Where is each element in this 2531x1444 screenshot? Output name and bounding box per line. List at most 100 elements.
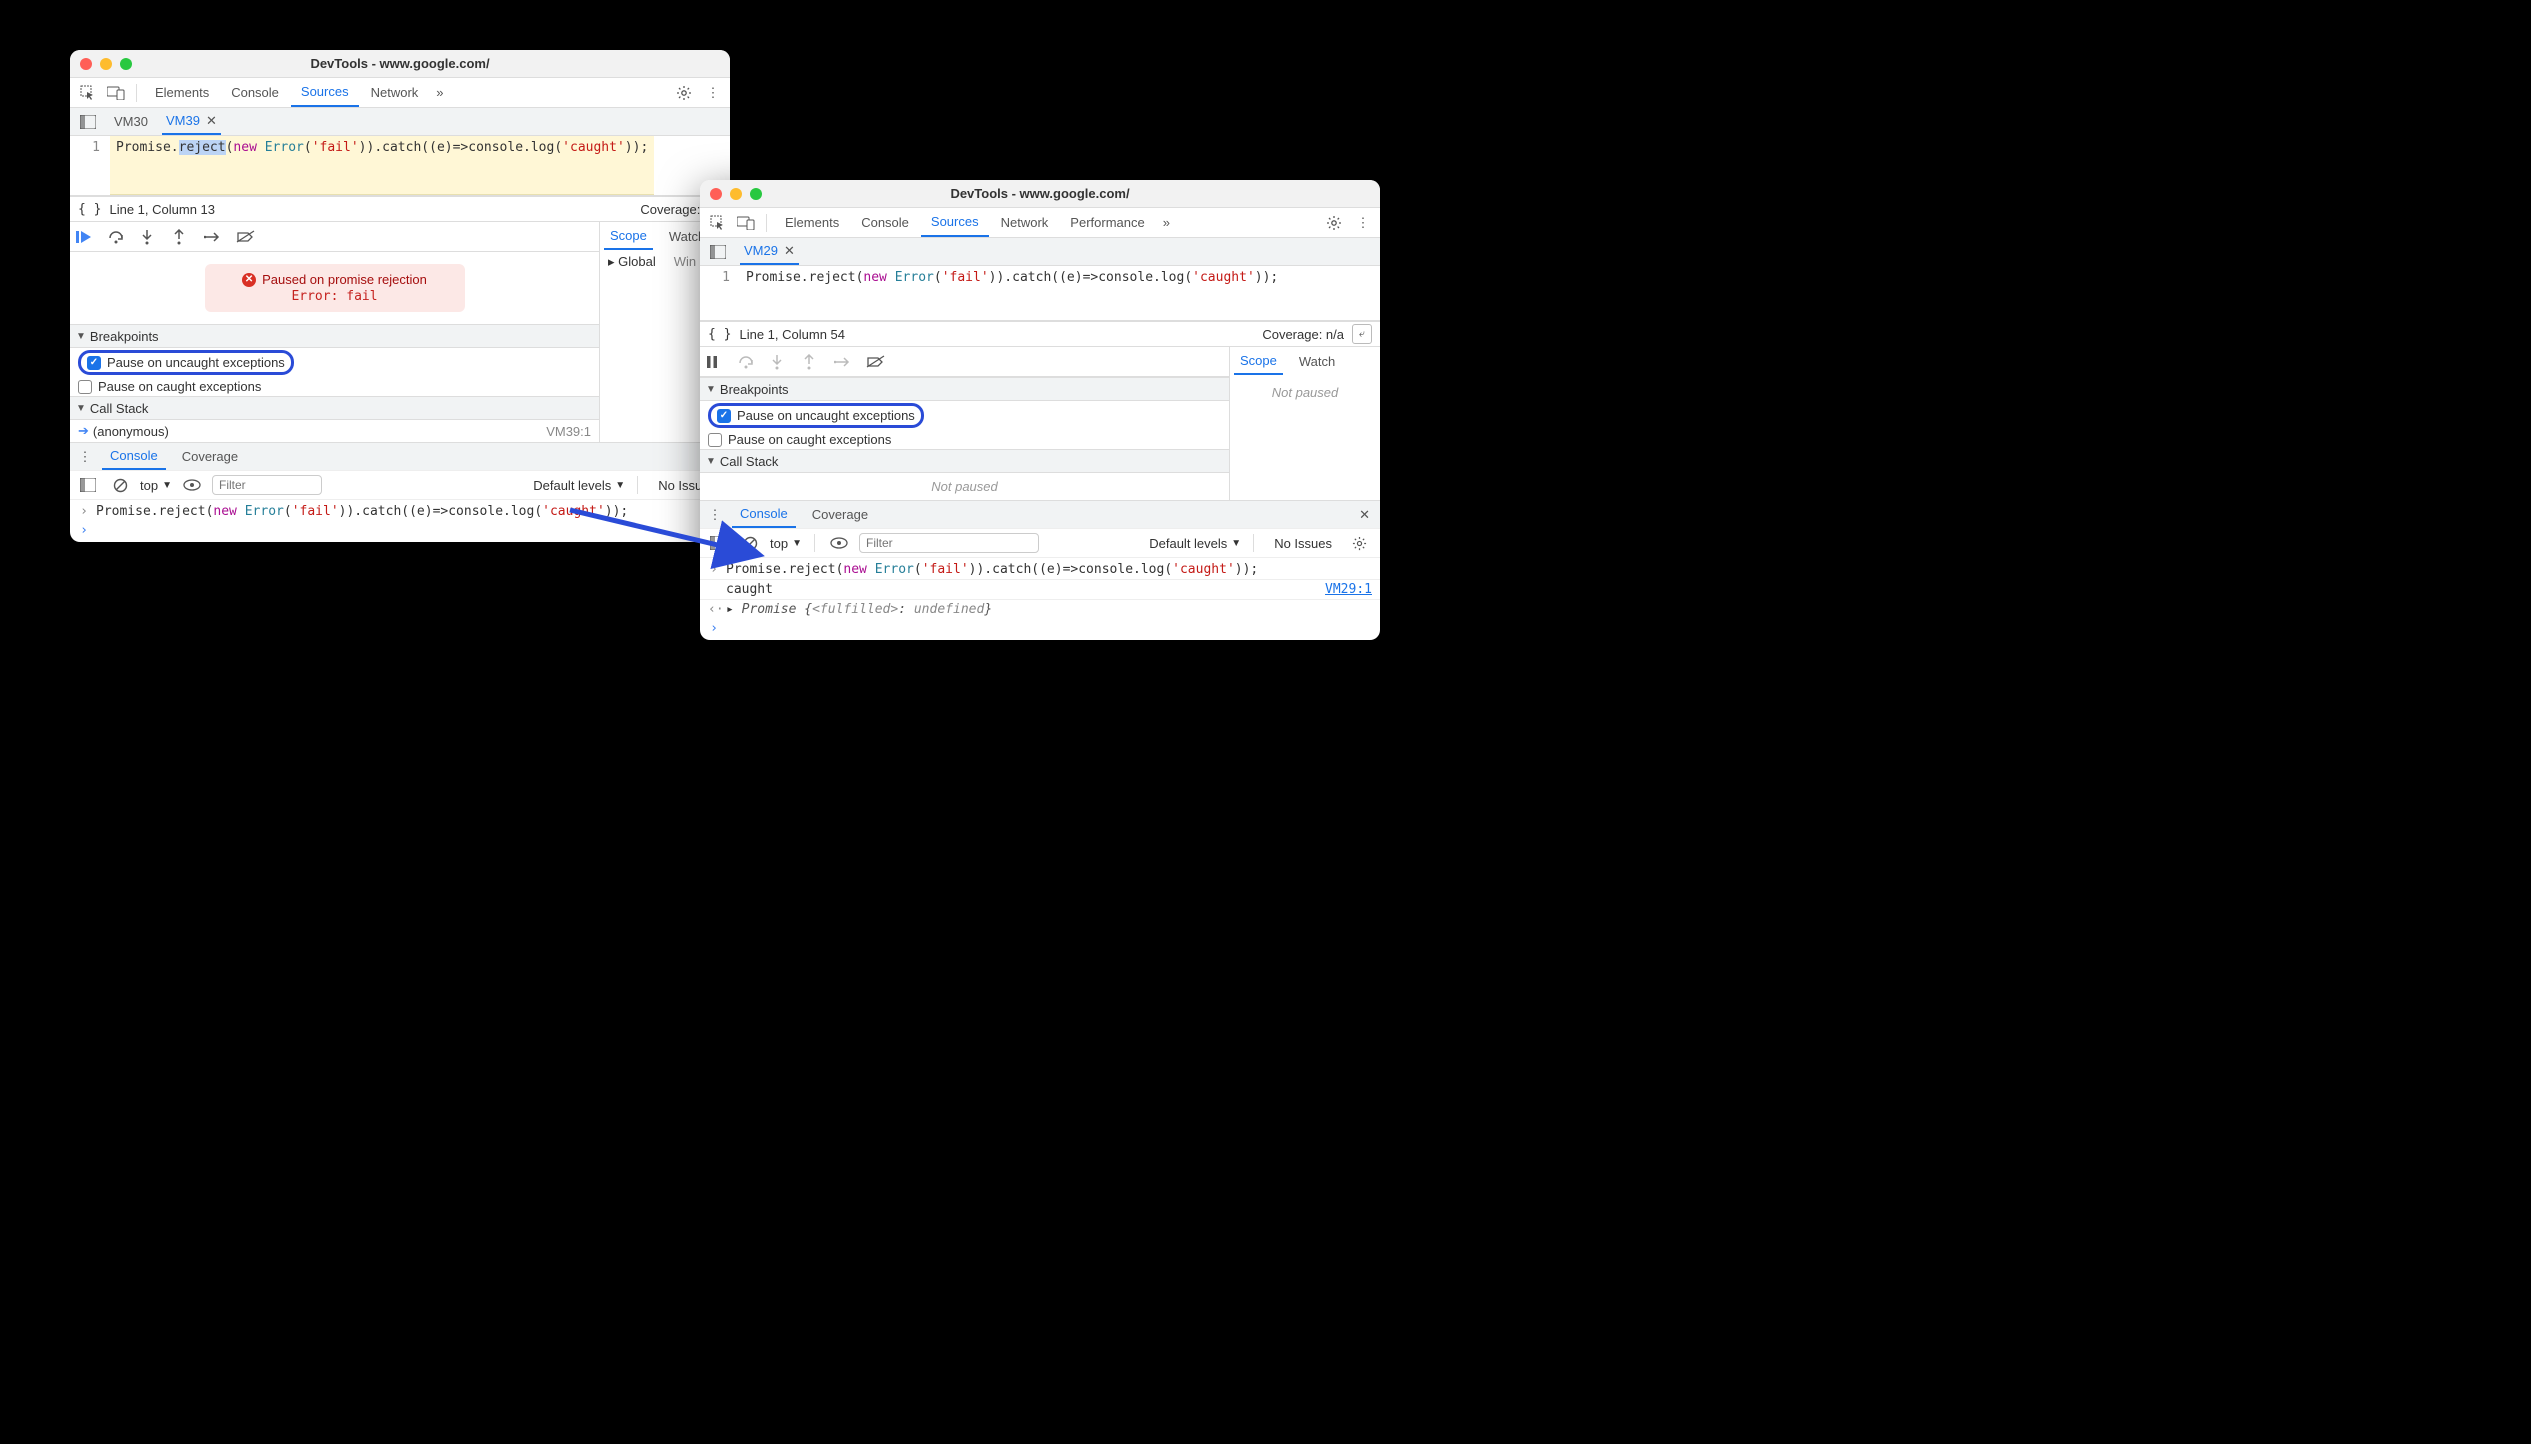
drawer-menu-icon[interactable]: ⋮ bbox=[76, 449, 94, 465]
step-out-icon bbox=[802, 354, 820, 370]
tab-console[interactable]: Console bbox=[851, 208, 919, 237]
debugger-pane: ✕ Paused on promise rejection Error: fai… bbox=[70, 222, 730, 442]
log-levels-selector[interactable]: Default levels ▼ bbox=[1149, 536, 1241, 551]
console-filter-input[interactable] bbox=[212, 475, 322, 495]
checkbox-unchecked-icon[interactable] bbox=[78, 380, 92, 394]
navigator-toggle-icon[interactable] bbox=[76, 110, 100, 134]
titlebar[interactable]: DevTools - www.google.com/ bbox=[700, 180, 1380, 208]
pause-banner: ✕ Paused on promise rejection Error: fai… bbox=[205, 264, 465, 312]
inspect-icon[interactable] bbox=[76, 81, 100, 105]
callstack-frame[interactable]: ➔ (anonymous) VM39:1 bbox=[70, 420, 599, 442]
tab-scope[interactable]: Scope bbox=[1234, 347, 1283, 375]
tab-elements[interactable]: Elements bbox=[145, 78, 219, 107]
bp-pause-uncaught[interactable]: ✓ Pause on uncaught exceptions bbox=[700, 401, 1229, 430]
coverage-label: Coverage: n/a bbox=[1262, 327, 1344, 342]
console-prompt[interactable]: › bbox=[700, 619, 1380, 638]
tab-elements[interactable]: Elements bbox=[775, 208, 849, 237]
file-tab-vm30[interactable]: VM30 bbox=[110, 108, 152, 135]
breakpoints-section-header[interactable]: ▼ Breakpoints bbox=[70, 324, 599, 348]
line-number: 1 bbox=[70, 136, 110, 195]
more-tabs-icon[interactable]: » bbox=[1157, 215, 1176, 230]
navigator-toggle-icon[interactable] bbox=[706, 240, 730, 264]
tab-performance[interactable]: Performance bbox=[1060, 208, 1154, 237]
more-tabs-icon[interactable]: » bbox=[430, 85, 449, 100]
clear-console-icon[interactable] bbox=[738, 531, 762, 555]
step-over-icon bbox=[738, 355, 756, 369]
bp-pause-caught[interactable]: Pause on caught exceptions bbox=[70, 377, 599, 396]
inspect-icon[interactable] bbox=[706, 211, 730, 235]
resume-icon[interactable] bbox=[76, 230, 94, 244]
drawer-tab-console[interactable]: Console bbox=[102, 443, 166, 470]
code-editor[interactable]: 1 Promise.reject(new Error('fail')).catc… bbox=[700, 266, 1380, 321]
drawer-tab-console[interactable]: Console bbox=[732, 501, 796, 528]
drawer-tab-coverage[interactable]: Coverage bbox=[804, 501, 876, 528]
file-tab-vm29[interactable]: VM29 ✕ bbox=[740, 238, 799, 265]
step-out-icon[interactable] bbox=[172, 229, 190, 245]
console-output[interactable]: › Promise.reject(new Error('fail')).catc… bbox=[700, 558, 1380, 640]
checkbox-unchecked-icon[interactable] bbox=[708, 433, 722, 447]
console-settings-icon[interactable] bbox=[1352, 536, 1374, 551]
tab-network[interactable]: Network bbox=[361, 78, 429, 107]
drawer-menu-icon[interactable]: ⋮ bbox=[706, 507, 724, 523]
pause-icon[interactable] bbox=[706, 355, 724, 369]
close-tab-icon[interactable]: ✕ bbox=[206, 113, 217, 129]
checkbox-checked-icon[interactable]: ✓ bbox=[87, 356, 101, 370]
code-line[interactable]: Promise.reject(new Error('fail')).catch(… bbox=[110, 136, 654, 195]
settings-icon[interactable] bbox=[676, 85, 698, 101]
tab-sources[interactable]: Sources bbox=[291, 78, 359, 107]
breakpoints-section-header[interactable]: ▼ Breakpoints bbox=[700, 377, 1229, 401]
pretty-print-icon[interactable]: { } bbox=[78, 202, 101, 217]
deactivate-breakpoints-icon[interactable] bbox=[866, 355, 884, 369]
callstack-section-header[interactable]: ▼ Call Stack bbox=[700, 449, 1229, 473]
sidebar-toggle-icon[interactable] bbox=[706, 531, 730, 555]
issues-label[interactable]: No Issues bbox=[1266, 536, 1340, 551]
debug-controls bbox=[70, 222, 599, 252]
pretty-print-icon[interactable]: { } bbox=[708, 327, 731, 342]
kebab-menu-icon[interactable]: ⋮ bbox=[702, 85, 724, 101]
step-into-icon[interactable] bbox=[140, 229, 158, 245]
bp-pause-caught[interactable]: Pause on caught exceptions bbox=[700, 430, 1229, 449]
code-editor[interactable]: 1 Promise.reject(new Error('fail')).catc… bbox=[70, 136, 730, 196]
settings-icon[interactable] bbox=[1326, 215, 1348, 231]
file-tab-vm39[interactable]: VM39 ✕ bbox=[162, 108, 221, 135]
device-toggle-icon[interactable] bbox=[734, 211, 758, 235]
bp-pause-uncaught[interactable]: ✓ Pause on uncaught exceptions bbox=[70, 348, 599, 377]
sidebar-toggle-icon[interactable] bbox=[76, 473, 100, 497]
device-toggle-icon[interactable] bbox=[104, 81, 128, 105]
checkbox-checked-icon[interactable]: ✓ bbox=[717, 409, 731, 423]
scope-panel: Scope Watch Not paused bbox=[1230, 347, 1380, 500]
live-expression-icon[interactable] bbox=[180, 473, 204, 497]
deactivate-breakpoints-icon[interactable] bbox=[236, 230, 254, 244]
step-over-icon[interactable] bbox=[108, 230, 126, 244]
code-line[interactable]: Promise.reject(new Error('fail')).catch(… bbox=[740, 266, 1284, 320]
source-link[interactable]: VM29:1 bbox=[1325, 582, 1372, 597]
pause-reason: Paused on promise rejection bbox=[262, 272, 427, 287]
console-output[interactable]: › Promise.reject(new Error('fail')).catc… bbox=[70, 500, 730, 542]
clear-console-icon[interactable] bbox=[108, 473, 132, 497]
step-icon[interactable] bbox=[204, 231, 222, 243]
tab-sources[interactable]: Sources bbox=[921, 208, 989, 237]
close-tab-icon[interactable]: ✕ bbox=[784, 243, 795, 259]
drawer-tab-coverage[interactable]: Coverage bbox=[174, 443, 246, 470]
titlebar[interactable]: DevTools - www.google.com/ bbox=[70, 50, 730, 78]
close-drawer-icon[interactable]: ✕ bbox=[1355, 507, 1374, 523]
context-selector[interactable]: top ▼ bbox=[770, 536, 802, 551]
line-number: 1 bbox=[700, 266, 740, 320]
tab-network[interactable]: Network bbox=[991, 208, 1059, 237]
tab-scope[interactable]: Scope bbox=[604, 222, 653, 250]
callstack-section-header[interactable]: ▼ Call Stack bbox=[70, 396, 599, 420]
console-filter-input[interactable] bbox=[859, 533, 1039, 553]
console-prompt[interactable]: › bbox=[70, 521, 730, 540]
main-toolbar: Elements Console Sources Network » ⋮ bbox=[70, 78, 730, 108]
live-expression-icon[interactable] bbox=[827, 531, 851, 555]
tab-console[interactable]: Console bbox=[221, 78, 289, 107]
panel-tabs: Elements Console Sources Network » bbox=[145, 78, 450, 107]
wrap-toggle-icon[interactable]: ⤶ bbox=[1352, 324, 1372, 344]
kebab-menu-icon[interactable]: ⋮ bbox=[1352, 215, 1374, 231]
disclosure-triangle-icon: ▼ bbox=[76, 331, 86, 342]
scope-global-label[interactable]: ▸ Global bbox=[608, 254, 656, 270]
context-selector[interactable]: top ▼ bbox=[140, 478, 172, 493]
tab-watch[interactable]: Watch bbox=[1293, 347, 1341, 375]
log-levels-selector[interactable]: Default levels ▼ bbox=[533, 478, 625, 493]
file-tabs-bar: VM29 ✕ bbox=[700, 238, 1380, 266]
